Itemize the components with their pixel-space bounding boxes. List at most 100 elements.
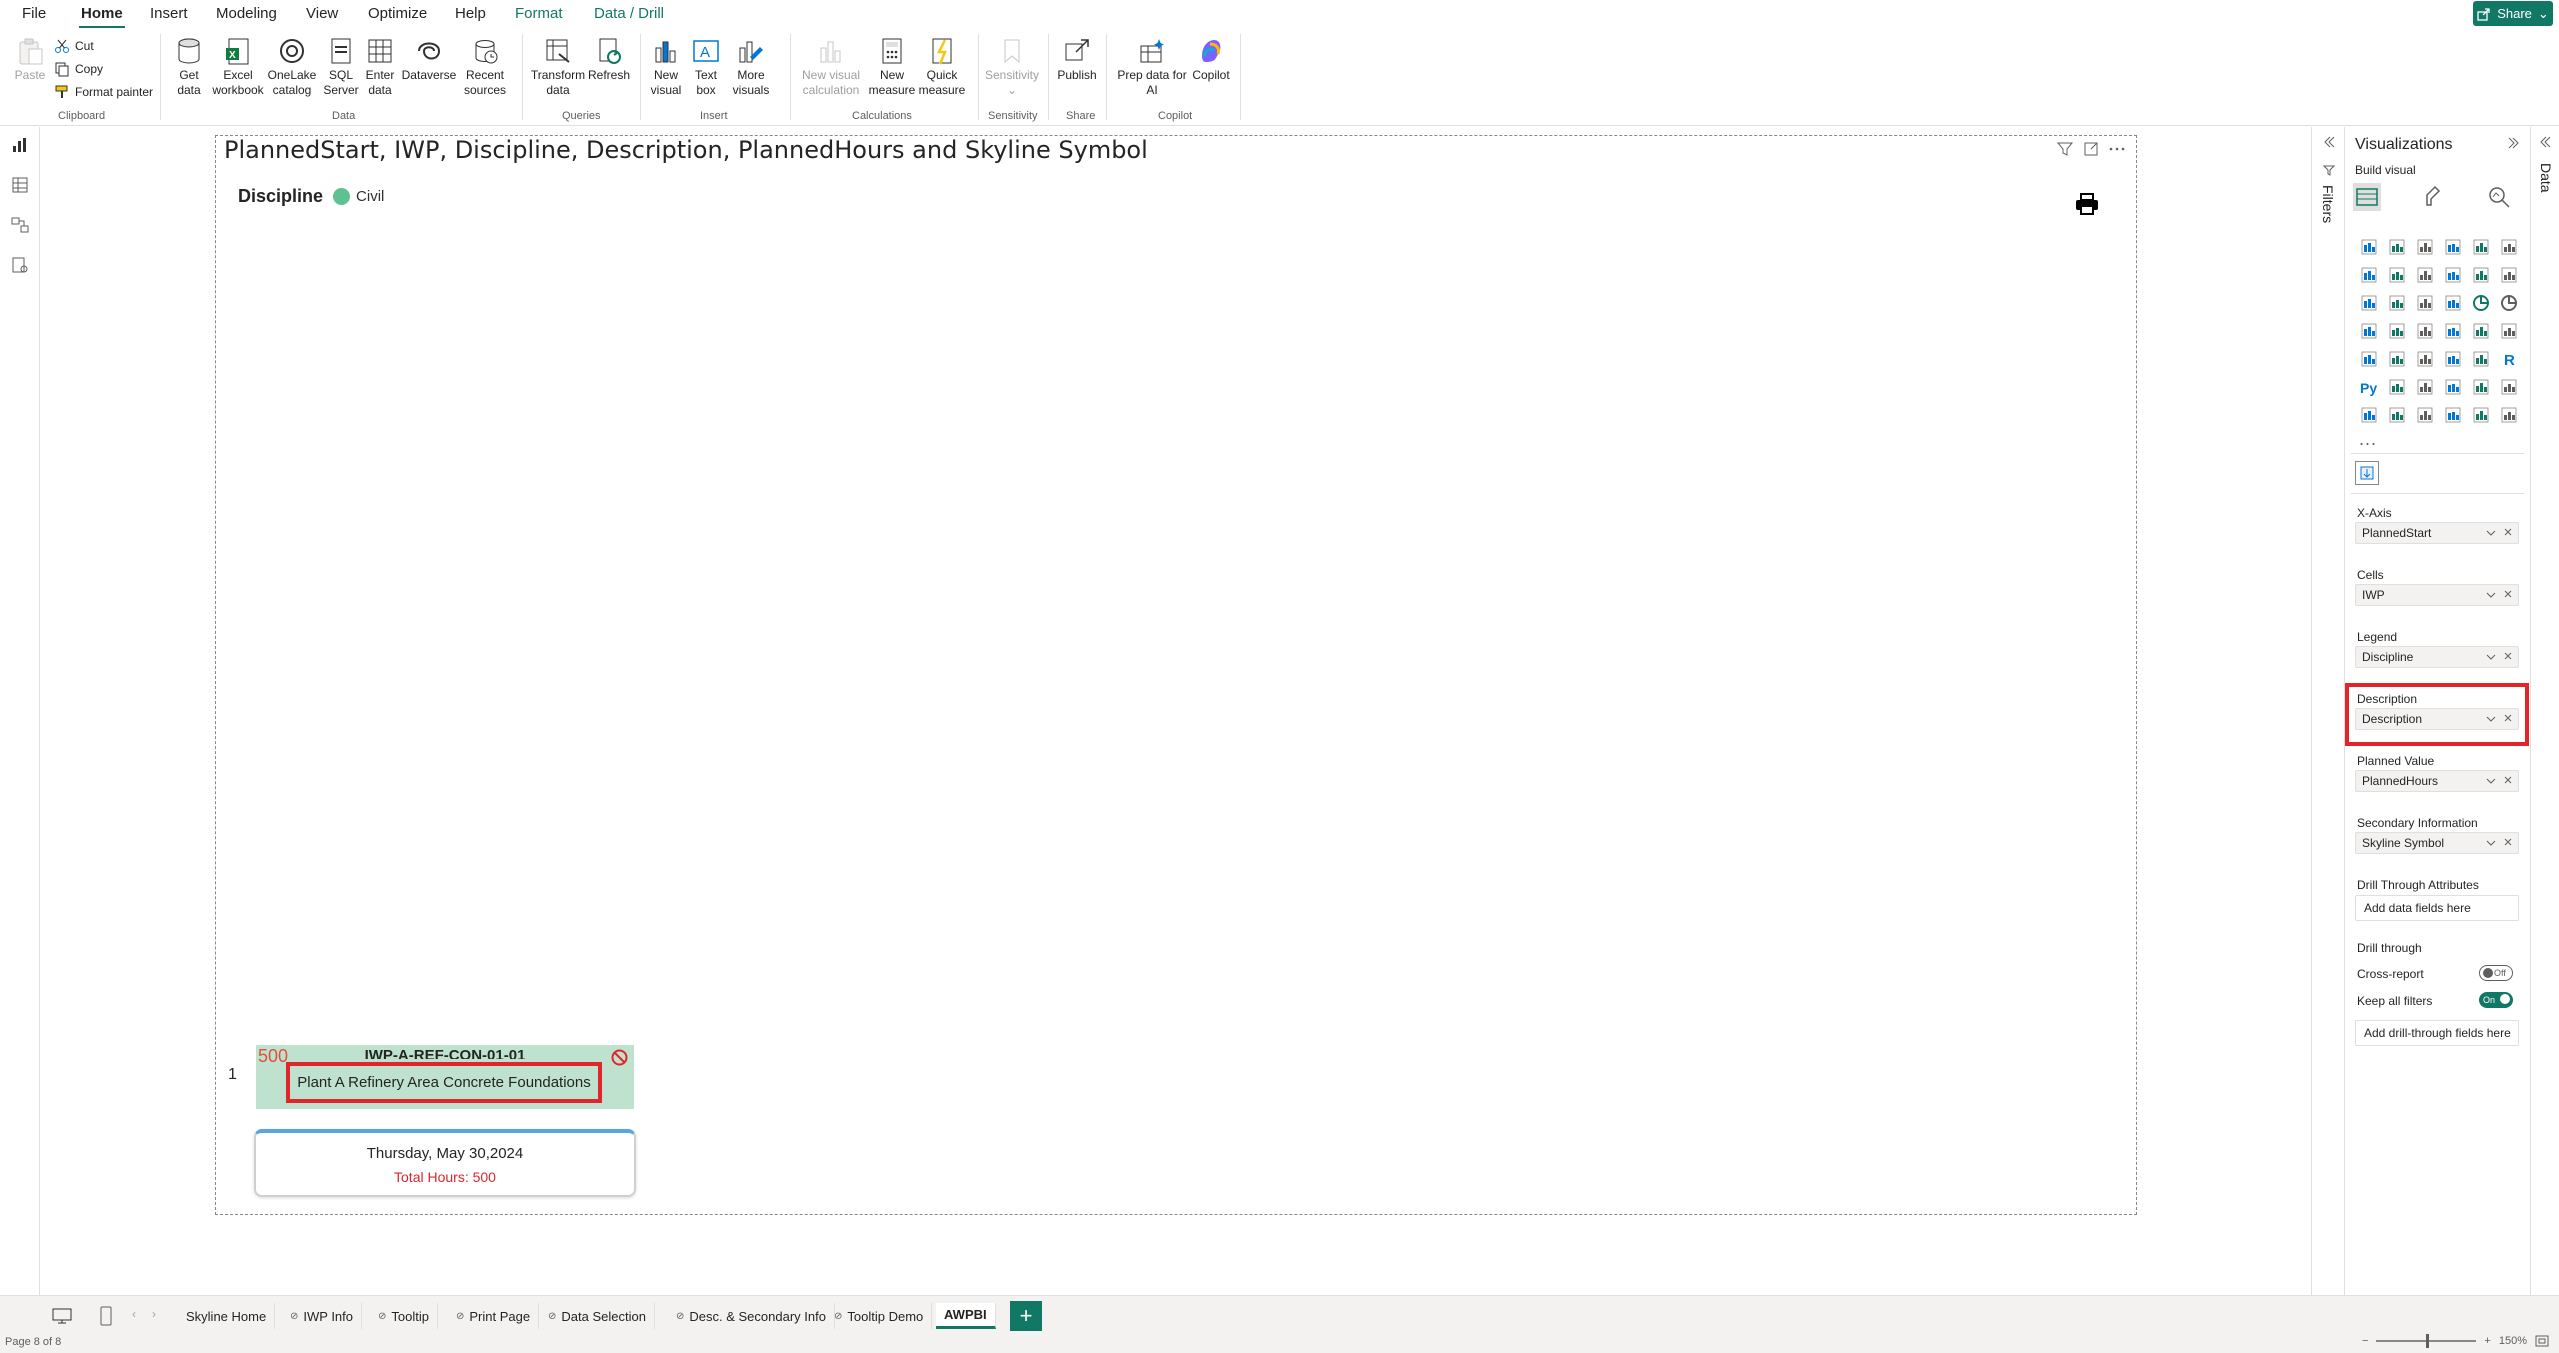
format-painter-button[interactable]: Format painter — [54, 84, 153, 100]
page-tab-iwp-info[interactable]: ⊘ IWP Info — [282, 1303, 363, 1329]
zoom-out-button[interactable]: − — [2362, 1335, 2368, 1347]
table-view-icon[interactable] — [10, 175, 30, 195]
paginated-report-icon[interactable] — [2355, 401, 2383, 429]
paste-button[interactable]: Paste — [10, 36, 50, 83]
multi-row-card-icon[interactable] — [2355, 345, 2383, 373]
quick-measure-button[interactable]: Quick measure — [918, 36, 966, 98]
zoom-slider-thumb[interactable] — [2426, 1334, 2430, 1348]
text-box-button[interactable]: A Text box — [688, 36, 724, 98]
well-field-cells[interactable]: IWP — [2355, 584, 2519, 606]
format-visual-tab-icon[interactable] — [2419, 183, 2447, 211]
tab-help[interactable]: Help — [455, 5, 486, 22]
filter-icon[interactable] — [2056, 140, 2074, 158]
well-field-x-axis[interactable]: PlannedStart — [2355, 522, 2519, 544]
close-icon[interactable] — [2503, 589, 2513, 599]
new-measure-button[interactable]: New measure — [868, 36, 916, 98]
page-tab-desc-secondary-info[interactable]: ⊘ Desc. & Secondary Info — [668, 1303, 835, 1329]
expand-left-icon[interactable] — [2322, 135, 2336, 149]
funnel-icon[interactable] — [2411, 289, 2439, 317]
stacked-area-icon[interactable] — [2411, 261, 2439, 289]
scatter-icon[interactable] — [2439, 289, 2467, 317]
transform-data-button[interactable]: Transform data — [530, 36, 586, 98]
slicer-icon[interactable] — [2411, 345, 2439, 373]
fit-to-page-icon[interactable] — [2535, 1335, 2549, 1347]
smart-narrative-icon[interactable] — [2467, 373, 2495, 401]
filled-map-icon[interactable] — [2411, 317, 2439, 345]
decomposition-tree-icon[interactable] — [2411, 373, 2439, 401]
kpi-icon[interactable] — [2383, 345, 2411, 373]
copilot-button[interactable]: Copilot — [1188, 36, 1234, 83]
100-area-icon[interactable] — [2439, 261, 2467, 289]
page-tab-tooltip[interactable]: ⊘ Tooltip — [370, 1303, 438, 1329]
prep-data-for-ai-button[interactable]: Prep data for AI — [1112, 36, 1192, 98]
goals-icon[interactable] — [2495, 373, 2523, 401]
tab-home[interactable]: Home — [79, 5, 125, 29]
page-tab-tooltip-demo[interactable]: ⊘ Tooltip Demo — [826, 1303, 933, 1329]
onelake-catalog-button[interactable]: OneLake catalog — [266, 36, 318, 98]
print-icon[interactable] — [2074, 192, 2100, 216]
legend-item-civil[interactable]: Civil — [333, 188, 384, 205]
tab-optimize[interactable]: Optimize — [368, 5, 427, 22]
tab-data-drill[interactable]: Data / Drill — [594, 5, 664, 22]
well-field-legend[interactable]: Discipline — [2355, 646, 2519, 668]
build-visual-tab-icon[interactable] — [2353, 183, 2381, 211]
skyline-visual[interactable]: PlannedStart, IWP, Discipline, Descripti… — [215, 135, 2137, 1215]
card-icon[interactable] — [2495, 317, 2523, 345]
tab-format[interactable]: Format — [515, 5, 563, 22]
filters-label[interactable]: Filters — [2320, 185, 2336, 223]
more-visuals-dots[interactable]: ... — [2359, 429, 2377, 450]
tab-modeling[interactable]: Modeling — [216, 5, 277, 22]
page-tab-print-page[interactable]: ⊘ Print Page — [448, 1303, 540, 1329]
pie-chart-icon[interactable] — [2467, 289, 2495, 317]
page-tab-skyline-home[interactable]: Skyline Home — [178, 1303, 276, 1329]
line-chart-icon[interactable] — [2355, 261, 2383, 289]
chevron-down-icon[interactable] — [2486, 776, 2496, 786]
copy-button[interactable]: Copy — [54, 61, 103, 77]
data-pane[interactable]: Data — [2530, 127, 2559, 1295]
power-automate-icon[interactable] — [2411, 401, 2439, 429]
stacked-column-icon[interactable] — [2383, 233, 2411, 261]
100-bar-icon[interactable] — [2467, 233, 2495, 261]
excel-workbook-button[interactable]: X Excel workbook — [212, 36, 264, 98]
page-scroll-left-icon[interactable]: ‹ — [132, 1307, 136, 1321]
focus-mode-icon[interactable] — [2082, 140, 2100, 158]
mobile-layout-icon[interactable] — [100, 1306, 112, 1326]
zoom-slider[interactable] — [2376, 1334, 2477, 1348]
publish-button[interactable]: Publish — [1054, 36, 1100, 83]
cut-button[interactable]: Cut — [54, 38, 94, 54]
sensitivity-button[interactable]: Sensitivity ⌄ — [984, 36, 1040, 98]
desktop-layout-icon[interactable] — [52, 1308, 72, 1324]
collapse-right-icon[interactable] — [2506, 135, 2520, 151]
page-tab-awpbi[interactable]: AWPBI — [936, 1303, 996, 1329]
well-field-planned-value[interactable]: PlannedHours — [2355, 770, 2519, 792]
add-drill-through-dropzone[interactable]: Add drill-through fields here — [2355, 1020, 2519, 1046]
line-column-icon[interactable] — [2467, 261, 2495, 289]
skyline-icon[interactable] — [2439, 401, 2467, 429]
more-options-icon[interactable] — [2108, 140, 2126, 158]
iwp-cell[interactable]: IWP-A-REF-CON-01-01 500 Plant A Refinery… — [256, 1045, 634, 1109]
dataverse-button[interactable]: Dataverse — [400, 36, 458, 83]
chevron-visual-icon[interactable] — [2495, 401, 2523, 429]
gauge-icon[interactable] — [2467, 317, 2495, 345]
matrix-icon[interactable] — [2467, 345, 2495, 373]
sql-server-button[interactable]: SQL Server — [322, 36, 360, 98]
report-view-icon[interactable] — [10, 135, 30, 155]
area-chart-icon[interactable] — [2383, 261, 2411, 289]
qa-icon[interactable] — [2439, 373, 2467, 401]
ribbon-chart-icon[interactable] — [2355, 289, 2383, 317]
page-tab-data-selection[interactable]: ⊘ Data Selection — [540, 1303, 655, 1329]
share-button[interactable]: Share ⌄ — [2473, 1, 2553, 26]
azure-map-icon[interactable] — [2439, 317, 2467, 345]
power-apps-icon[interactable] — [2383, 401, 2411, 429]
data-label[interactable]: Data — [2538, 163, 2554, 193]
python-visual-icon[interactable]: Py — [2355, 373, 2383, 401]
get-data-button[interactable]: Get data — [168, 36, 210, 98]
more-visuals-button[interactable]: More visuals — [726, 36, 776, 98]
line-clustered-icon[interactable] — [2495, 261, 2523, 289]
donut-chart-icon[interactable] — [2495, 289, 2523, 317]
add-data-fields-dropzone[interactable]: Add data fields here — [2355, 895, 2519, 921]
close-icon[interactable] — [2503, 837, 2513, 847]
100-column-icon[interactable] — [2495, 233, 2523, 261]
waterfall-icon[interactable] — [2383, 289, 2411, 317]
tab-insert[interactable]: Insert — [150, 5, 188, 22]
